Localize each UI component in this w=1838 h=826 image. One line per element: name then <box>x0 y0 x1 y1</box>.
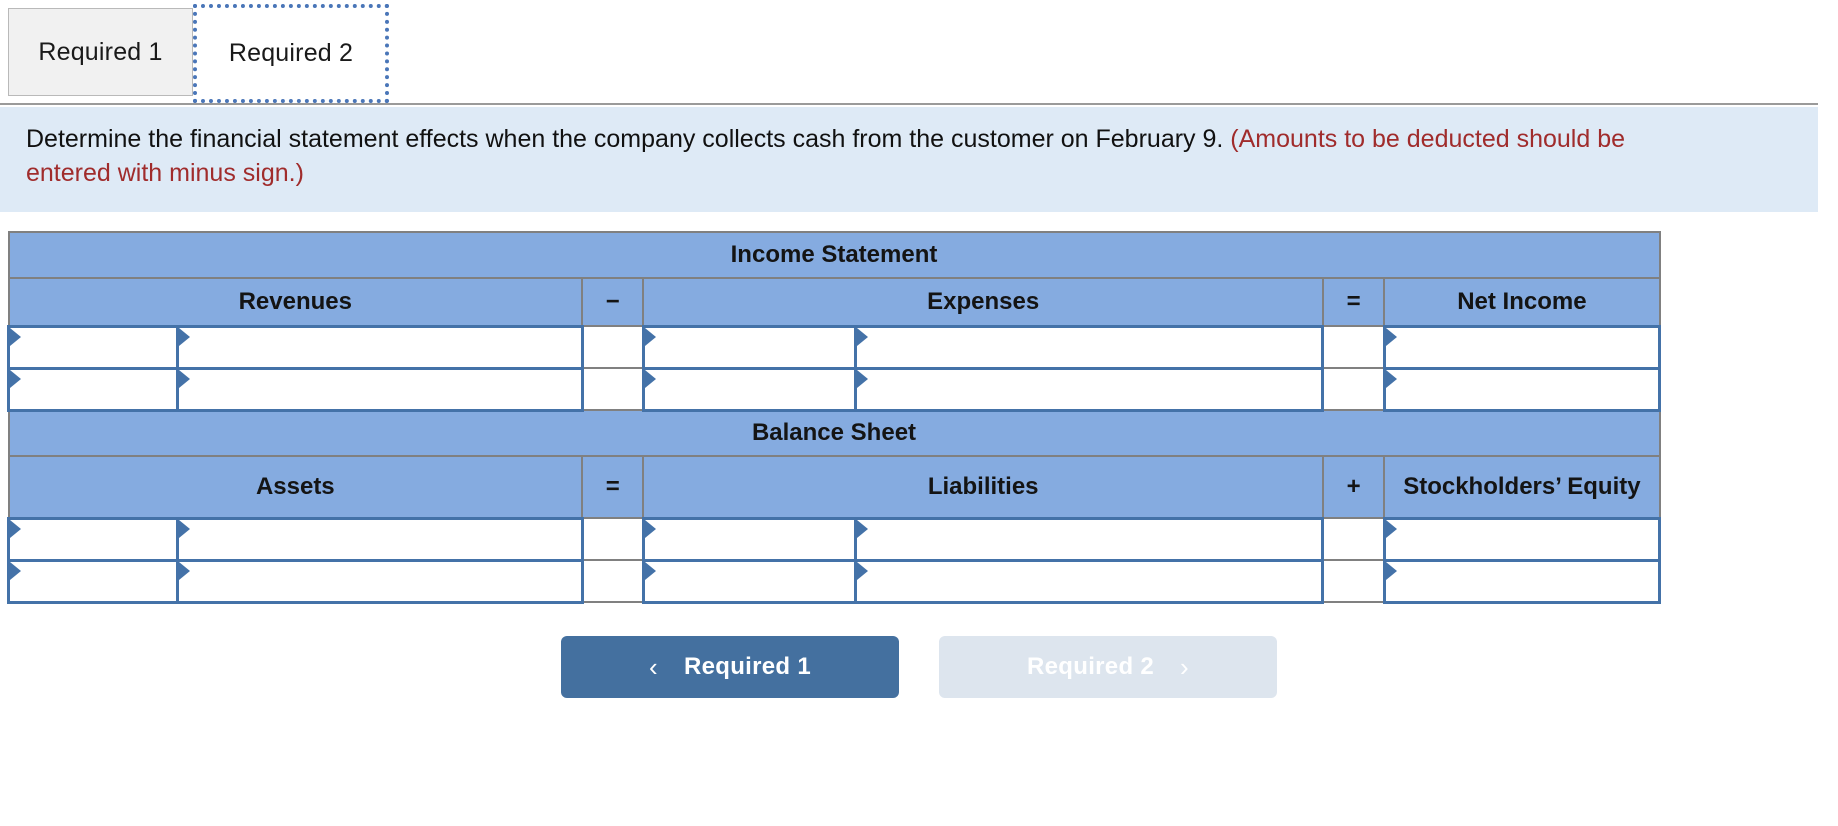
dropdown-triangle-icon <box>179 561 191 580</box>
tab-bar-divider <box>0 103 1818 105</box>
revenue-account-input[interactable] <box>6 324 180 370</box>
income-statement-title: Income Statement <box>7 231 1661 279</box>
operator-cell-equals-balance <box>581 559 645 603</box>
income-statement-header-row: Revenues − Expenses = Net Income <box>7 277 1661 327</box>
operator-cell-equals-income <box>1321 325 1386 369</box>
tab-required-1[interactable]: Required 1 <box>8 8 193 96</box>
expense-amount-input[interactable] <box>853 366 1325 412</box>
column-header-assets: Assets <box>7 455 584 519</box>
chevron-right-icon: › <box>1180 651 1189 682</box>
dropdown-triangle-icon <box>1385 561 1397 580</box>
balance-sheet-entry-row <box>6 516 1662 562</box>
asset-amount-input[interactable] <box>176 516 584 562</box>
dropdown-triangle-icon <box>1385 519 1397 538</box>
dropdown-triangle-icon <box>10 327 21 346</box>
instruction-banner: Determine the financial statement effect… <box>0 107 1818 212</box>
asset-account-input[interactable] <box>6 516 180 562</box>
dropdown-triangle-icon <box>856 369 868 388</box>
liability-amount-input[interactable] <box>853 516 1325 562</box>
dropdown-triangle-icon <box>179 369 191 388</box>
liability-amount-input[interactable] <box>853 558 1325 604</box>
column-header-stockholders-equity: Stockholders’ Equity <box>1383 455 1661 519</box>
income-statement-entry-row <box>6 324 1662 370</box>
chevron-left-icon: ‹ <box>649 651 658 682</box>
operator-plus: + <box>1321 455 1386 519</box>
previous-required-label: Required 1 <box>683 653 811 680</box>
net-income-input[interactable] <box>1382 366 1662 412</box>
revenue-amount-input[interactable] <box>176 324 584 370</box>
income-statement-band-row: Income Statement <box>7 231 1661 279</box>
revenue-account-input[interactable] <box>6 366 180 412</box>
dropdown-triangle-icon <box>10 369 21 388</box>
stockholders-equity-input[interactable] <box>1382 516 1662 562</box>
instruction-note-part-2: entered with minus sign.) <box>26 159 304 187</box>
dropdown-triangle-icon <box>644 519 656 538</box>
income-statement-entry-row <box>6 366 1662 412</box>
dropdown-triangle-icon <box>179 327 191 346</box>
expense-account-input[interactable] <box>641 366 857 412</box>
dropdown-triangle-icon <box>10 519 21 538</box>
next-required-button[interactable]: Required 2 › <box>939 636 1277 698</box>
column-header-net-income: Net Income <box>1383 277 1661 327</box>
navigation-bar: ‹ Required 1 Required 2 › <box>0 636 1838 698</box>
column-header-revenues: Revenues <box>7 277 584 327</box>
asset-amount-input[interactable] <box>176 558 584 604</box>
worksheet-page: Required 1 Required 2 Determine the fina… <box>0 0 1838 826</box>
next-required-label: Required 2 <box>1027 653 1155 680</box>
instruction-line-1: Determine the financial statement effect… <box>26 122 1796 156</box>
tab-required-2[interactable]: Required 2 <box>193 4 389 103</box>
operator-cell-equals-income <box>1321 367 1386 411</box>
instruction-text: Determine the financial statement effect… <box>26 125 1224 153</box>
dropdown-triangle-icon <box>856 561 868 580</box>
dropdown-triangle-icon <box>856 519 868 538</box>
tab-required-1-label: Required 1 <box>38 37 163 66</box>
liability-account-input[interactable] <box>641 558 857 604</box>
operator-cell-minus <box>581 325 645 369</box>
dropdown-triangle-icon <box>1385 327 1397 346</box>
balance-sheet-title: Balance Sheet <box>7 409 1661 457</box>
liability-account-input[interactable] <box>641 516 857 562</box>
tab-required-2-label: Required 2 <box>228 39 354 67</box>
previous-required-button[interactable]: ‹ Required 1 <box>561 636 899 698</box>
balance-sheet-entry-row <box>6 558 1662 604</box>
dropdown-triangle-icon <box>10 561 21 580</box>
dropdown-triangle-icon <box>1385 369 1397 388</box>
dropdown-triangle-icon <box>644 561 656 580</box>
dropdown-triangle-icon <box>856 327 868 346</box>
expense-account-input[interactable] <box>641 324 857 370</box>
dropdown-triangle-icon <box>179 519 191 538</box>
asset-account-input[interactable] <box>6 558 180 604</box>
financial-statement-effects-table: Income Statement Revenues − Expenses = N… <box>6 231 1662 604</box>
expense-amount-input[interactable] <box>853 324 1325 370</box>
dropdown-triangle-icon <box>644 369 656 388</box>
balance-sheet-band-row: Balance Sheet <box>7 409 1661 457</box>
instruction-note-part-1: (Amounts to be deducted should be <box>1230 125 1626 153</box>
operator-equals-balance: = <box>581 455 645 519</box>
column-header-liabilities: Liabilities <box>642 455 1324 519</box>
balance-sheet-header-row: Assets = Liabilities + Stockholders’ Equ… <box>7 455 1661 519</box>
operator-cell-equals-balance <box>581 517 645 561</box>
column-header-expenses: Expenses <box>642 277 1324 327</box>
operator-cell-plus <box>1321 517 1386 561</box>
operator-cell-minus <box>581 367 645 411</box>
operator-minus: − <box>581 277 645 327</box>
net-income-input[interactable] <box>1382 324 1662 370</box>
operator-equals-income: = <box>1321 277 1386 327</box>
stockholders-equity-input[interactable] <box>1382 558 1662 604</box>
dropdown-triangle-icon <box>644 327 656 346</box>
operator-cell-plus <box>1321 559 1386 603</box>
revenue-amount-input[interactable] <box>176 366 584 412</box>
tab-bar: Required 1 Required 2 <box>0 0 1818 107</box>
